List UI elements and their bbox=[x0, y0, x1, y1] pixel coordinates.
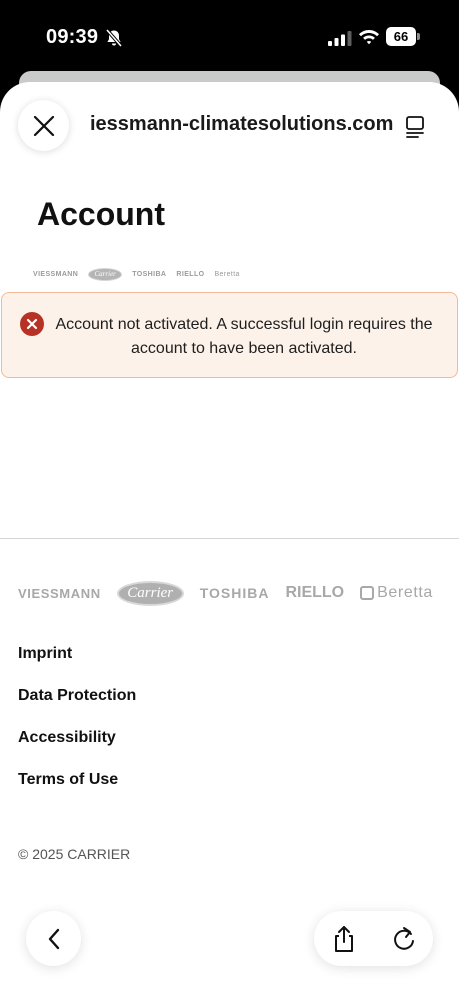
beretta-logo: Beretta bbox=[214, 270, 240, 278]
copyright: © 2025 CARRIER bbox=[18, 846, 131, 862]
close-button[interactable] bbox=[18, 100, 69, 151]
action-pill bbox=[314, 911, 433, 966]
footer-divider bbox=[0, 538, 459, 539]
footer-link-terms-of-use[interactable]: Terms of Use bbox=[18, 768, 136, 810]
error-alert: Account not activated. A successful logi… bbox=[1, 292, 458, 378]
wifi-icon bbox=[359, 30, 379, 45]
reload-icon[interactable] bbox=[390, 924, 418, 954]
url-bar[interactable]: iessmann-climatesolutions.com bbox=[90, 113, 393, 136]
battery-indicator: 66 bbox=[386, 27, 420, 46]
riello-logo-footer[interactable]: RIELLO bbox=[285, 584, 344, 602]
browser-sheet: iessmann-climatesolutions.com Account VI… bbox=[0, 82, 459, 998]
status-time: 09:39 bbox=[46, 26, 99, 48]
beretta-mark-icon bbox=[360, 586, 375, 600]
cellular-signal-icon bbox=[328, 31, 352, 46]
reader-mode-icon[interactable] bbox=[404, 115, 426, 139]
brand-strip-footer: VIESSMANN Carrier TOSHIBA RIELLO Beretta bbox=[18, 580, 433, 606]
viessmann-logo-footer[interactable]: VIESSMANN bbox=[18, 586, 101, 601]
battery-tip bbox=[417, 33, 420, 40]
status-bar: 09:39 66 bbox=[0, 0, 459, 74]
toshiba-logo-footer[interactable]: TOSHIBA bbox=[200, 585, 270, 601]
toshiba-logo: TOSHIBA bbox=[132, 270, 167, 278]
carrier-logo: Carrier bbox=[88, 267, 123, 281]
close-icon bbox=[33, 115, 54, 136]
brand-strip-header: VIESSMANN Carrier TOSHIBA RIELLO Beretta bbox=[33, 266, 240, 282]
battery-level: 66 bbox=[386, 27, 416, 46]
alert-message: Account not activated. A successful logi… bbox=[55, 316, 433, 357]
share-icon[interactable] bbox=[330, 924, 358, 954]
footer-link-imprint[interactable]: Imprint bbox=[18, 642, 136, 684]
footer-link-accessibility[interactable]: Accessibility bbox=[18, 726, 136, 768]
beretta-logo-footer[interactable]: Beretta bbox=[360, 584, 433, 602]
carrier-logo-footer[interactable]: Carrier bbox=[116, 580, 184, 606]
viessmann-logo: VIESSMANN bbox=[33, 270, 79, 278]
back-button[interactable] bbox=[26, 911, 81, 966]
page-title: Account bbox=[37, 196, 165, 232]
footer-links: Imprint Data Protection Accessibility Te… bbox=[18, 642, 136, 810]
footer-link-data-protection[interactable]: Data Protection bbox=[18, 684, 136, 726]
error-x-icon bbox=[20, 312, 44, 336]
back-icon bbox=[48, 928, 59, 949]
beretta-label: Beretta bbox=[377, 584, 433, 601]
bell-slash-icon bbox=[105, 28, 123, 48]
riello-logo: RIELLO bbox=[176, 270, 205, 278]
